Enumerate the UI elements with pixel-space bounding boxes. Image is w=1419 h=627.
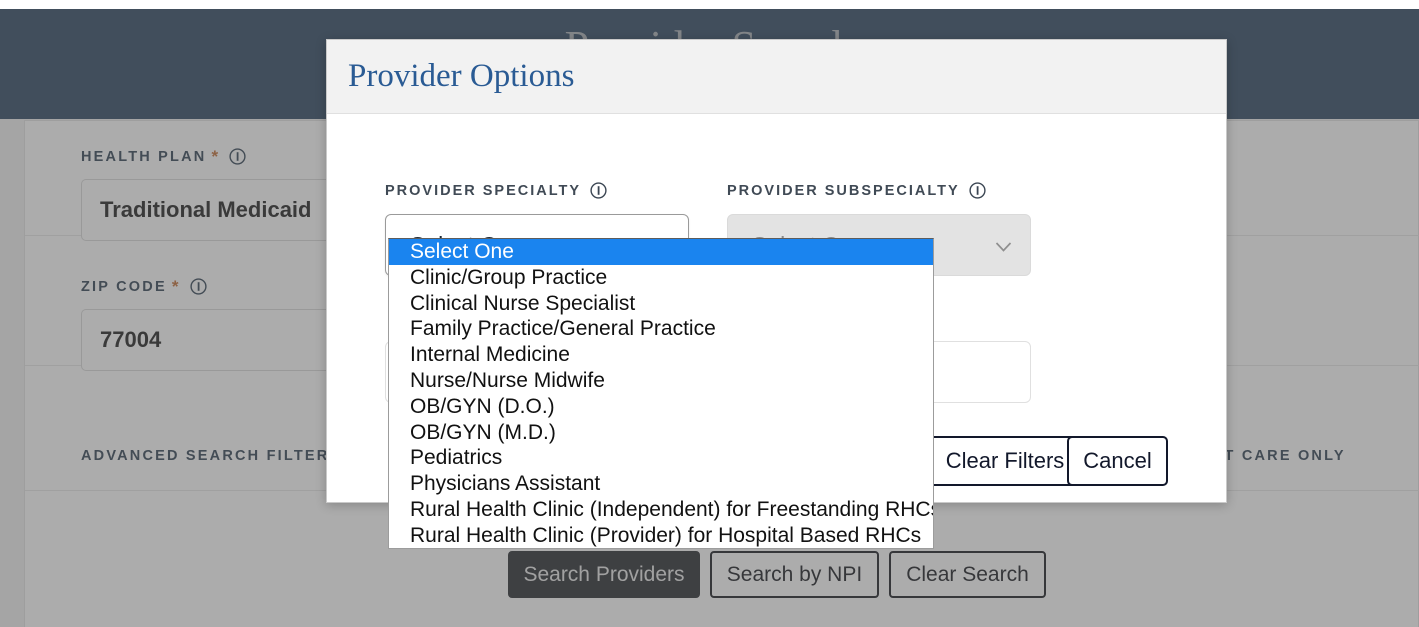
clear-filters-button[interactable]: Clear Filters: [927, 436, 1083, 486]
provider-subspecialty-label-text: PROVIDER SUBSPECIALTY: [727, 183, 960, 199]
dropdown-option[interactable]: Select One: [389, 239, 933, 265]
dropdown-option[interactable]: OB/GYN (M.D.): [389, 420, 933, 446]
provider-specialty-dropdown-list[interactable]: Select One Clinic/Group Practice Clinical …: [388, 238, 934, 549]
provider-specialty-label-text: PROVIDER SPECIALTY: [385, 183, 582, 199]
info-icon[interactable]: [590, 182, 607, 203]
provider-specialty-label: PROVIDER SPECIALTY: [385, 182, 607, 203]
dropdown-option[interactable]: Physicians Assistant: [389, 471, 933, 497]
dropdown-option[interactable]: OB/GYN (D.O.): [389, 394, 933, 420]
cancel-button[interactable]: Cancel: [1067, 436, 1168, 486]
app-screen: Provider Search HEALTH PLAN* Traditional…: [0, 0, 1419, 627]
dropdown-option[interactable]: Rural Health Clinic (Provider) for Hospi…: [389, 523, 933, 548]
top-strip: [0, 0, 1419, 9]
info-icon[interactable]: [969, 182, 986, 203]
dropdown-option[interactable]: Pediatrics: [389, 445, 933, 471]
dropdown-option[interactable]: Family Practice/General Practice: [389, 316, 933, 342]
chevron-down-icon: [995, 232, 1012, 259]
dropdown-option[interactable]: Clinic/Group Practice: [389, 265, 933, 291]
dropdown-option[interactable]: Nurse/Nurse Midwife: [389, 368, 933, 394]
dropdown-option[interactable]: Rural Health Clinic (Independent) for Fr…: [389, 497, 933, 523]
modal-header: Provider Options: [327, 40, 1226, 114]
dropdown-option[interactable]: Clinical Nurse Specialist: [389, 291, 933, 317]
modal-title: Provider Options: [348, 58, 575, 94]
dropdown-option[interactable]: Internal Medicine: [389, 342, 933, 368]
provider-subspecialty-label: PROVIDER SUBSPECIALTY: [727, 182, 986, 203]
